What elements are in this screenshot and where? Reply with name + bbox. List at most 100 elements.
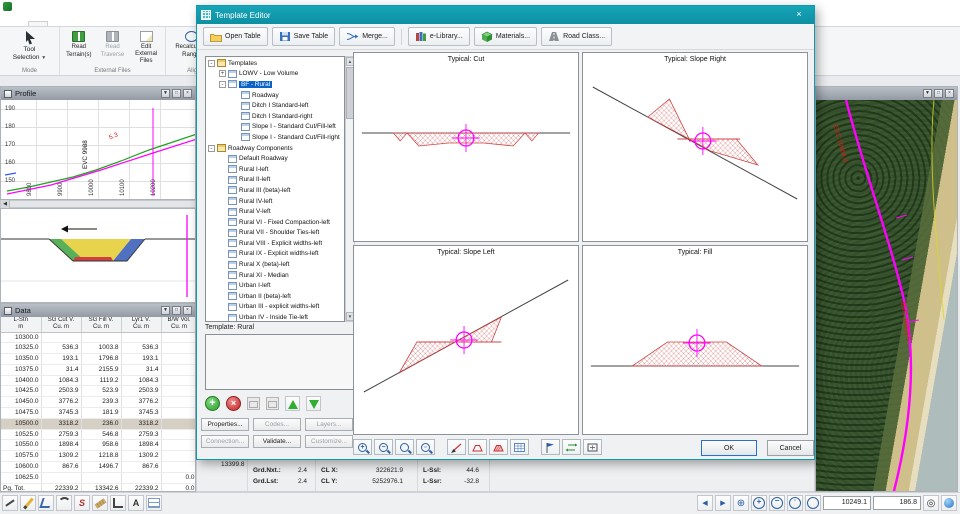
coord-x-field[interactable]: 10249.1 (823, 496, 871, 510)
pin-button[interactable]: ▼ (923, 89, 932, 98)
pin-button[interactable]: ▼ (161, 89, 170, 98)
tree-item-roadway-components[interactable]: - Roadway Components (206, 143, 344, 154)
table-row[interactable]: 10475.03745.3181.93745.3 (1, 408, 196, 419)
paste-component-button[interactable] (266, 397, 279, 410)
tree-item-rural-2[interactable]: Rural II-left (206, 175, 344, 186)
tree-item-urban-3[interactable]: Urban III - explicit widths-left (206, 302, 344, 313)
zoom-extents-button[interactable] (395, 439, 414, 455)
open-table-button[interactable]: Open Table (203, 27, 268, 46)
aerial-map[interactable]: EVC 10084.4 BVC 10003.5 (816, 100, 957, 491)
zoom-in-button[interactable]: + (353, 439, 372, 455)
table-row[interactable]: 10450.03776.2239.33776.2 (1, 397, 196, 408)
grid-view-button[interactable] (510, 439, 529, 455)
draw-segment-button[interactable] (447, 439, 466, 455)
expander-icon[interactable] (219, 229, 226, 236)
preview-fill[interactable]: Typical: Fill (582, 245, 808, 435)
road-class-button[interactable]: Road Class... (541, 27, 612, 46)
expander-icon[interactable] (219, 272, 226, 279)
maximize-button[interactable]: □ (172, 89, 181, 98)
table-row[interactable]: 10500.03318.2236.03318.2 (1, 418, 196, 429)
table-row[interactable]: 10425.02503.9523.92503.9 (1, 386, 196, 397)
pan-icon[interactable] (733, 495, 749, 511)
expander-icon[interactable] (219, 219, 226, 226)
expander-icon[interactable] (219, 198, 226, 205)
pin-button[interactable]: ▼ (161, 306, 170, 315)
template-description[interactable] (205, 334, 355, 390)
col-header-lyr1[interactable]: Lyr1 V.Cu. m (121, 317, 161, 332)
cross-section-pane[interactable] (0, 208, 196, 303)
profile-scrollbar[interactable]: ◀ (0, 200, 196, 208)
expander-icon[interactable] (219, 155, 226, 162)
expander-icon[interactable]: + (219, 70, 226, 77)
tree-item-slope-right[interactable]: Slope I - Standard Cut/Fill-right (206, 132, 344, 143)
tree-item-ditch-right[interactable]: Ditch I Standard-right (206, 111, 344, 122)
expander-icon[interactable]: - (208, 145, 215, 152)
add-component-button[interactable]: + (205, 396, 220, 411)
expander-icon[interactable] (219, 261, 226, 268)
close-panel-button[interactable]: × (945, 89, 954, 98)
expander-icon[interactable] (219, 314, 226, 321)
tree-item-rural-4[interactable]: Rural IV-left (206, 196, 344, 207)
properties-button[interactable]: Properties... (201, 418, 249, 431)
expander-icon[interactable] (219, 293, 226, 300)
tab-gps[interactable] (90, 22, 108, 26)
expander-icon[interactable] (232, 134, 239, 141)
flag-button[interactable] (541, 439, 560, 455)
preview-cut[interactable]: Typical: Cut (353, 52, 579, 242)
tree-item-slope-left[interactable]: Slope I - Standard Cut/Fill-left (206, 122, 344, 133)
table-row[interactable]: 10600.0867.61496.7867.6 (1, 462, 196, 473)
table-row[interactable]: 10625.00.0 (1, 472, 196, 483)
col-header-bw[interactable]: B/W Vol.Cu. m (161, 317, 196, 332)
expander-icon[interactable] (219, 303, 226, 310)
expander-icon[interactable] (219, 187, 226, 194)
tab-home[interactable] (28, 21, 48, 26)
scroll-left-icon[interactable]: ◀ (1, 200, 10, 208)
tree-item-roadway[interactable]: Roadway (206, 90, 344, 101)
expander-icon[interactable]: - (208, 60, 215, 67)
expander-icon[interactable] (219, 176, 226, 183)
close-panel-button[interactable]: × (183, 89, 192, 98)
spline-tool-icon[interactable] (74, 495, 90, 511)
tree-item-rural-11[interactable]: Rural XI - Median (206, 270, 344, 281)
e-library-button[interactable]: e-Library... (408, 27, 470, 46)
zoom-window-button[interactable]: ▫ (416, 439, 435, 455)
col-header-lstn[interactable]: L-Stnm (1, 317, 41, 332)
ruler-tool-icon[interactable] (92, 495, 108, 511)
tree-item-templates-root[interactable]: - Templates (206, 58, 344, 69)
table-row[interactable]: 10575.01309.21218.81309.2 (1, 451, 196, 462)
maximize-button[interactable]: □ (172, 306, 181, 315)
dialog-titlebar[interactable]: Template Editor × (197, 6, 814, 24)
save-table-button[interactable]: Save Table (272, 27, 336, 46)
zoom-in-icon[interactable] (751, 495, 767, 511)
tree-item-rural-6[interactable]: Rural VI - Fixed Compaction-left (206, 217, 344, 228)
tree-item-lowv[interactable]: + LOWV - Low Volume (206, 69, 344, 80)
tree-item-urban-2[interactable]: Urban II (beta)-left (206, 291, 344, 302)
expander-icon[interactable]: - (219, 81, 226, 88)
expander-icon[interactable] (232, 113, 239, 120)
merge-button[interactable]: Merge... (339, 27, 395, 46)
draw-hatch-button[interactable] (489, 439, 508, 455)
tab-view[interactable] (70, 22, 88, 26)
pencil-tool-icon[interactable] (20, 495, 36, 511)
move-up-button[interactable] (285, 396, 300, 411)
expander-icon[interactable] (219, 208, 226, 215)
prev-view-icon[interactable] (697, 495, 713, 511)
expander-icon[interactable] (232, 92, 239, 99)
fit-view-button[interactable] (583, 439, 602, 455)
table-row[interactable]: 10550.01898.4958.61898.4 (1, 440, 196, 451)
swap-sides-button[interactable] (562, 439, 581, 455)
materials-button[interactable]: Materials... (474, 27, 537, 46)
coord-y-field[interactable]: 186.8 (873, 496, 921, 510)
preview-slope-right[interactable]: Typical: Slope Right (582, 52, 808, 242)
tree-item-rural-9[interactable]: Rural IX - Explicit widths-left (206, 249, 344, 260)
read-traverse-button[interactable]: Read Traverse (97, 29, 129, 66)
expander-icon[interactable] (219, 250, 226, 257)
polyline-tool-icon[interactable] (38, 495, 54, 511)
next-view-icon[interactable] (715, 495, 731, 511)
curve-tool-icon[interactable] (56, 495, 72, 511)
table-row[interactable]: 10325.0536.31003.8536.3 (1, 343, 196, 354)
read-terrains-button[interactable]: Read Terrain(s) (63, 29, 95, 66)
codes-button[interactable]: Codes... (253, 418, 301, 431)
expander-icon[interactable] (219, 166, 226, 173)
table-row[interactable]: 10400.01084.31119.21084.3 (1, 375, 196, 386)
